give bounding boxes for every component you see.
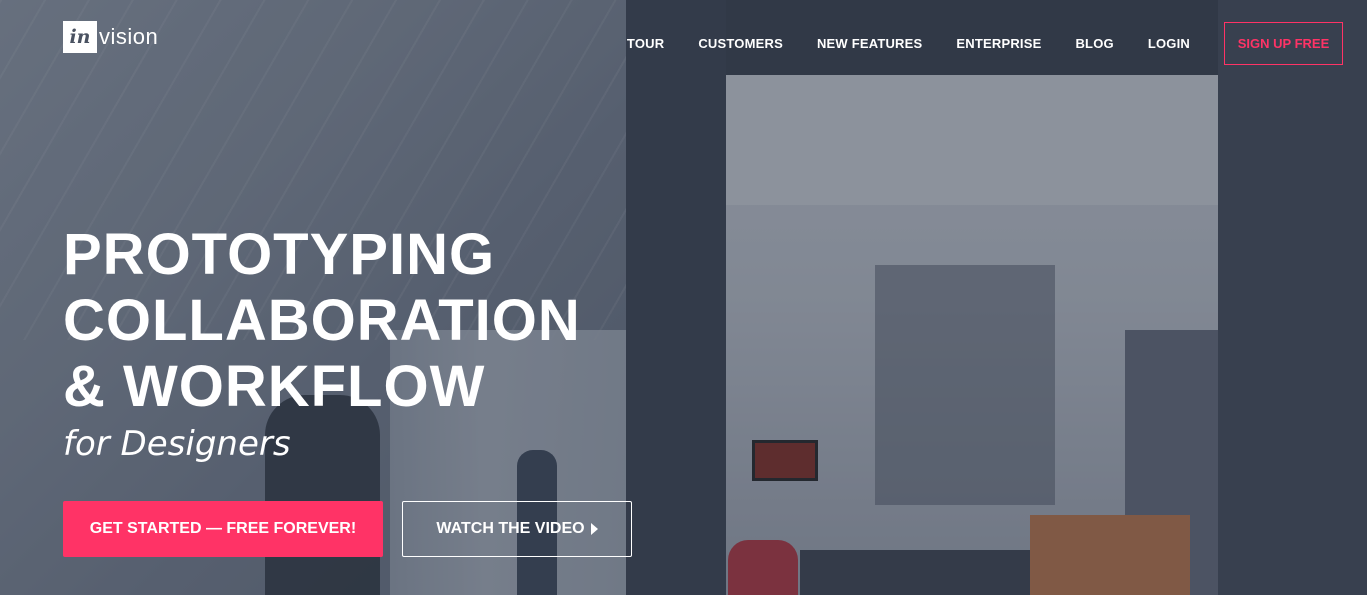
logo-mark: in bbox=[63, 21, 97, 53]
get-started-label: GET STARTED — FREE FOREVER! bbox=[89, 520, 357, 537]
hero-subline: for Designers bbox=[63, 424, 291, 464]
nav-tour[interactable]: TOUR bbox=[627, 36, 664, 51]
logo-text: vision bbox=[99, 24, 159, 49]
watch-video-button[interactable]: WATCH THE VIDEO bbox=[402, 501, 632, 557]
headline-line-1: PROTOTYPING bbox=[63, 222, 496, 287]
play-icon bbox=[590, 523, 598, 535]
hero-heading: PROTOTYPING COLLABORATION & WORKFLOW for… bbox=[63, 222, 581, 468]
headline-line-2: COLLABORATION bbox=[63, 288, 581, 353]
nav-enterprise[interactable]: ENTERPRISE bbox=[956, 36, 1041, 51]
nav-new-features[interactable]: NEW FEATURES bbox=[817, 36, 922, 51]
nav-blog[interactable]: BLOG bbox=[1075, 36, 1113, 51]
nav-login[interactable]: LOGIN bbox=[1148, 36, 1190, 51]
sign-up-button[interactable]: SIGN UP FREE bbox=[1224, 21, 1343, 65]
headline-line-3: & WORKFLOW bbox=[63, 354, 486, 419]
watch-video-label: WATCH THE VIDEO bbox=[436, 520, 585, 537]
invision-logo[interactable]: in vision bbox=[63, 21, 158, 53]
main-nav: TOUR CUSTOMERS NEW FEATURES ENTERPRISE B… bbox=[627, 21, 1343, 65]
get-started-button[interactable]: GET STARTED — FREE FOREVER! bbox=[63, 501, 383, 557]
nav-customers[interactable]: CUSTOMERS bbox=[698, 36, 783, 51]
